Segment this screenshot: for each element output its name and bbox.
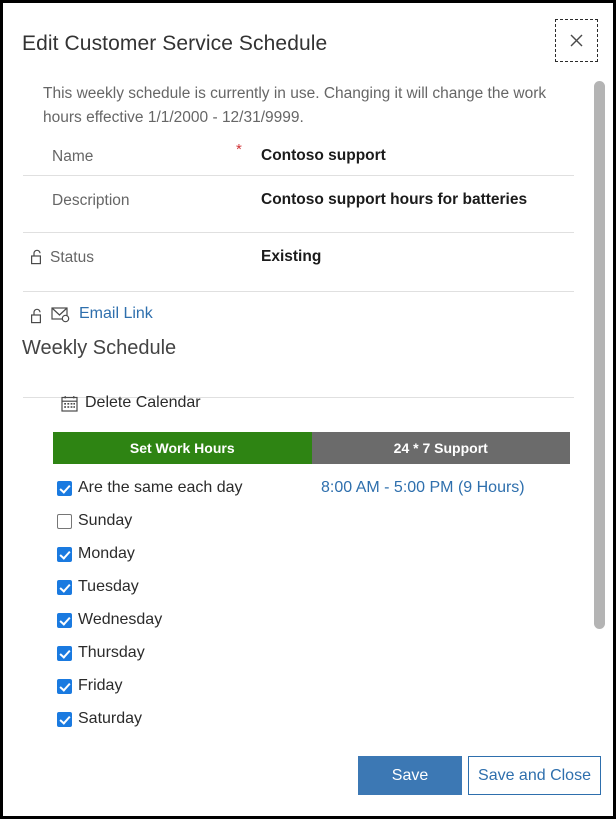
checkbox-monday[interactable] bbox=[57, 546, 72, 562]
close-icon bbox=[569, 33, 584, 48]
checkbox-row-sunday[interactable]: Sunday bbox=[57, 510, 132, 532]
save-and-close-button[interactable]: Save and Close bbox=[468, 756, 601, 795]
unlock-icon bbox=[30, 308, 44, 324]
checkbox-row-friday[interactable]: Friday bbox=[57, 675, 122, 697]
checkbox-label-saturday: Saturday bbox=[78, 710, 143, 727]
field-row-email-link: Email Link bbox=[23, 291, 574, 338]
checkbox-label-same-each-day: Are the same each day bbox=[78, 479, 243, 496]
checkbox-thursday[interactable] bbox=[57, 645, 72, 661]
checkbox-saturday[interactable] bbox=[57, 711, 72, 727]
required-asterisk: * bbox=[236, 141, 242, 158]
edit-schedule-dialog: Edit Customer Service Schedule This week… bbox=[0, 0, 616, 819]
email-link-icon bbox=[51, 306, 71, 323]
calendar-icon bbox=[61, 395, 78, 412]
delete-calendar-label: Delete Calendar bbox=[85, 394, 201, 411]
page-title: Edit Customer Service Schedule bbox=[22, 32, 328, 55]
checkbox-label-monday: Monday bbox=[78, 545, 135, 562]
weekly-schedule-title: Weekly Schedule bbox=[22, 337, 177, 359]
status-label: Status bbox=[50, 249, 94, 266]
description-label: Description bbox=[52, 192, 130, 209]
name-value[interactable]: Contoso support bbox=[261, 147, 386, 165]
checkbox-label-thursday: Thursday bbox=[78, 644, 145, 661]
field-row-status: Status Existing bbox=[23, 232, 574, 284]
tab-24-7-support[interactable]: 24 * 7 Support bbox=[311, 432, 570, 464]
dialog-header: Edit Customer Service Schedule bbox=[3, 3, 613, 69]
checkbox-label-tuesday: Tuesday bbox=[78, 578, 139, 595]
work-hours-link[interactable]: 8:00 AM - 5:00 PM (9 Hours) bbox=[321, 479, 525, 497]
checkbox-friday[interactable] bbox=[57, 678, 72, 694]
checkbox-sunday[interactable] bbox=[57, 513, 72, 529]
checkbox-label-friday: Friday bbox=[78, 677, 123, 694]
status-value: Existing bbox=[261, 248, 322, 265]
field-row-description: Description Contoso support hours for ba… bbox=[23, 175, 574, 227]
email-link[interactable]: Email Link bbox=[79, 305, 153, 323]
checkbox-label-wednesday: Wednesday bbox=[78, 611, 163, 628]
checkbox-wednesday[interactable] bbox=[57, 612, 72, 628]
dialog-body: This weekly schedule is currently in use… bbox=[3, 69, 613, 742]
schedule-tabbar: Set Work Hours 24 * 7 Support bbox=[53, 432, 570, 464]
checkbox-row-monday[interactable]: Monday bbox=[57, 543, 135, 565]
checkbox-label-sunday: Sunday bbox=[78, 512, 133, 529]
dialog-footer: Save Save and Close bbox=[3, 742, 613, 816]
checkbox-row-wednesday[interactable]: Wednesday bbox=[57, 609, 162, 631]
checkbox-row-saturday[interactable]: Saturday bbox=[57, 708, 142, 730]
scrollbar-thumb[interactable] bbox=[594, 81, 605, 629]
name-label: Name bbox=[52, 148, 94, 165]
description-value[interactable]: Contoso support hours for batteries bbox=[261, 191, 527, 209]
tab-set-work-hours[interactable]: Set Work Hours bbox=[53, 432, 312, 464]
scrollbar-track[interactable] bbox=[594, 81, 605, 641]
in-use-notice: This weekly schedule is currently in use… bbox=[43, 85, 547, 126]
checkbox-row-tuesday[interactable]: Tuesday bbox=[57, 576, 139, 598]
unlock-icon bbox=[30, 249, 44, 265]
checkbox-tuesday[interactable] bbox=[57, 579, 72, 595]
checkbox-same-each-day[interactable] bbox=[57, 480, 72, 496]
checkbox-row-same-each-day[interactable]: Are the same each day bbox=[57, 477, 243, 499]
checkbox-row-thursday[interactable]: Thursday bbox=[57, 642, 145, 664]
close-button[interactable] bbox=[555, 19, 598, 62]
save-button[interactable]: Save bbox=[358, 756, 462, 795]
delete-calendar-button[interactable]: Delete Calendar bbox=[61, 394, 201, 412]
